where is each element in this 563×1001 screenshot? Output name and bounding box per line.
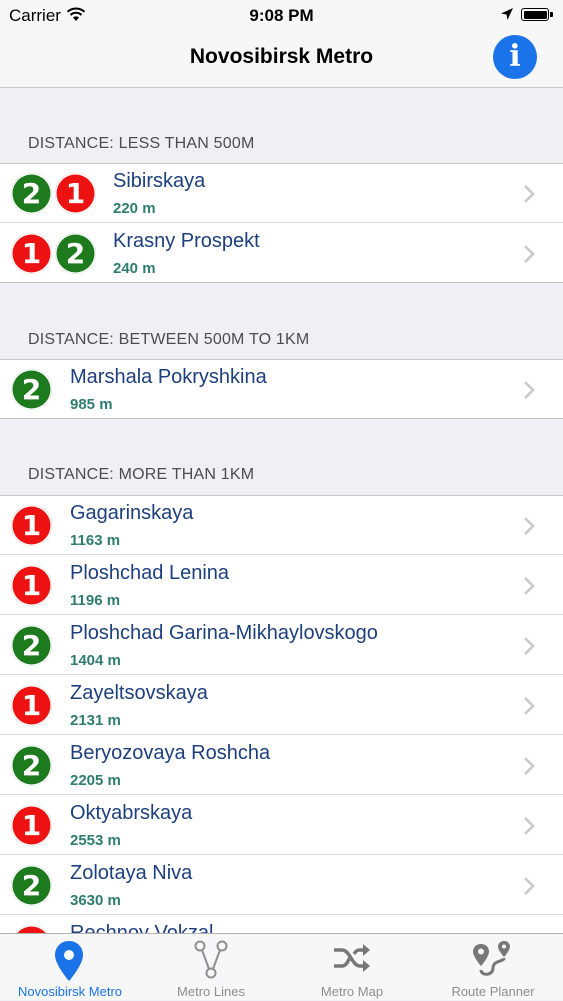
page-title: Novosibirsk Metro [189,45,374,68]
station-name: Beryozovaya Roshcha [70,742,271,764]
line-1-badge: 1 [11,233,52,274]
station-name: Gagarinskaya [70,502,194,524]
section-header: DISTANCE: LESS THAN 500M [28,135,255,152]
tab-bar: Novosibirsk Metro Metro Lines Metro Map … [0,933,563,1000]
station-row[interactable]: 1 Zayeltsovskaya 2131 m [0,675,563,735]
line-2-badge: 2 [11,745,52,786]
station-distance: 3630 m [70,892,121,909]
station-row[interactable]: 2 Marshala Pokryshkina 985 m [0,359,563,419]
tab-label: Metro Lines [177,984,245,999]
tab-novosibirsk-metro[interactable]: Novosibirsk Metro [0,934,140,1001]
chevron-right-icon [524,185,535,203]
station-row[interactable]: 1 Oktyabrskaya 2553 m [0,795,563,855]
location-arrow-icon [500,7,514,26]
station-name: Zayeltsovskaya [70,682,208,704]
station-row[interactable]: 1 2 Krasny Prospekt 240 m [0,223,563,283]
station-distance: 2131 m [70,712,121,729]
status-time: 9:08 PM [249,6,314,25]
station-row[interactable]: 1 Ploshchad Lenina 1196 m [0,555,563,615]
station-name: Marshala Pokryshkina [70,366,267,388]
station-distance: 1163 m [70,532,121,549]
info-button[interactable]: i [493,35,537,79]
station-name: Zolotaya Niva [70,862,193,884]
shuffle-icon [334,944,370,972]
station-name: Sibirskaya [113,170,206,192]
station-distance: 240 m [113,260,156,277]
chevron-right-icon [524,517,535,535]
line-2-badge: 2 [11,369,52,410]
station-name: Krasny Prospekt [113,230,260,252]
chevron-right-icon [524,381,535,399]
station-name: Oktyabrskaya [70,802,193,824]
station-row[interactable]: 2 Beryozovaya Roshcha 2205 m [0,735,563,795]
chevron-right-icon [524,817,535,835]
chevron-right-icon [524,245,535,263]
station-row[interactable]: 2 1 Sibirskaya 220 m [0,163,563,223]
station-name: Ploshchad Garina-Mikhaylovskogo [70,622,378,644]
chevron-right-icon [524,757,535,775]
line-1-badge: 1 [11,505,52,546]
line-1-badge: 1 [11,565,52,606]
chevron-right-icon [524,577,535,595]
station-distance: 220 m [113,200,156,217]
line-2-badge: 2 [11,625,52,666]
station-row[interactable]: 2 Ploshchad Garina-Mikhaylovskogo 1404 m [0,615,563,675]
line-1-badge: 1 [11,805,52,846]
station-row[interactable]: 1 Gagarinskaya 1163 m [0,495,563,555]
station-name: Ploshchad Lenina [70,562,230,584]
tab-label: Route Planner [451,984,535,999]
station-row[interactable]: 2 Zolotaya Niva 3630 m [0,855,563,915]
tab-metro-lines[interactable]: Metro Lines [141,934,281,1001]
line-2-badge: 2 [11,865,52,906]
chevron-right-icon [524,697,535,715]
line-1-badge: 1 [11,685,52,726]
location-pin-icon [55,941,83,981]
station-distance: 2205 m [70,772,121,789]
station-distance: 985 m [70,396,113,413]
chevron-right-icon [524,637,535,655]
station-distance: 1196 m [70,592,121,609]
status-bar: Carrier 9:08 PM [0,0,563,30]
station-distance: 1404 m [70,652,121,669]
line-2-badge: 2 [11,173,52,214]
station-distance: 2553 m [70,832,121,849]
section-header: DISTANCE: MORE THAN 1KM [28,466,255,483]
line-1-badge: 1 [55,173,96,214]
route-planner-icon [473,941,510,976]
chevron-right-icon [524,877,535,895]
line-2-badge: 2 [55,233,96,274]
tab-label: Novosibirsk Metro [17,984,123,999]
navigation-bar: Novosibirsk Metro i [0,30,563,88]
battery-icon [521,8,553,21]
tab-metro-map[interactable]: Metro Map [282,934,422,1001]
tab-route-planner[interactable]: Route Planner [423,934,563,1001]
section-header: DISTANCE: BETWEEN 500M TO 1KM [28,331,310,348]
tab-label: Metro Map [320,984,384,999]
metro-lines-icon [194,940,228,979]
